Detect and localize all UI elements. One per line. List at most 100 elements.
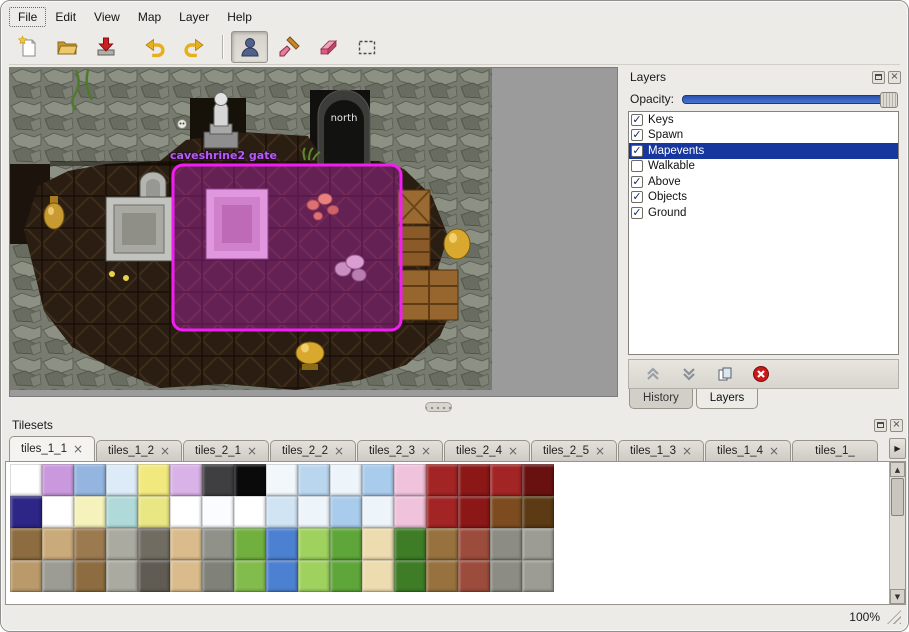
redo-button[interactable] xyxy=(175,31,212,63)
tab-close-icon[interactable]: × xyxy=(73,444,83,454)
opacity-slider[interactable] xyxy=(682,95,897,104)
selection-rectangle[interactable] xyxy=(173,165,401,330)
layer-row-above[interactable]: ✓Above xyxy=(629,174,898,190)
tileset-tab-tiles_1_4[interactable]: tiles_1_4× xyxy=(705,440,791,461)
tab-close-icon[interactable]: × xyxy=(247,446,257,456)
raise-layer-button[interactable] xyxy=(641,363,665,385)
tile-0-10[interactable] xyxy=(330,464,362,496)
dock-tab-layers[interactable]: Layers xyxy=(696,389,759,409)
opacity-slider-handle[interactable] xyxy=(880,92,898,108)
close-tilesets-button[interactable]: × xyxy=(890,419,903,432)
tile-2-0[interactable] xyxy=(10,528,42,560)
tile-3-0[interactable] xyxy=(10,560,42,592)
layer-visibility-checkbox[interactable]: ✓ xyxy=(631,129,643,141)
close-panel-button[interactable]: × xyxy=(888,71,901,84)
tileset-tab-tiles_2_1[interactable]: tiles_2_1× xyxy=(183,440,269,461)
tile-0-7[interactable] xyxy=(234,464,266,496)
tile-2-12[interactable] xyxy=(394,528,426,560)
tile-1-10[interactable] xyxy=(330,496,362,528)
tab-close-icon[interactable]: × xyxy=(334,446,344,456)
tile-3-12[interactable] xyxy=(394,560,426,592)
brush-tool-button[interactable] xyxy=(270,31,307,63)
tile-2-3[interactable] xyxy=(106,528,138,560)
tile-2-13[interactable] xyxy=(426,528,458,560)
tab-close-icon[interactable]: × xyxy=(682,446,692,456)
tile-1-13[interactable] xyxy=(426,496,458,528)
tile-3-3[interactable] xyxy=(106,560,138,592)
tile-1-11[interactable] xyxy=(362,496,394,528)
tile-1-8[interactable] xyxy=(266,496,298,528)
north-gate-object[interactable]: north xyxy=(318,90,370,164)
tile-2-8[interactable] xyxy=(266,528,298,560)
lower-layer-button[interactable] xyxy=(677,363,701,385)
tile-3-8[interactable] xyxy=(266,560,298,592)
tile-0-14[interactable] xyxy=(458,464,490,496)
tile-0-6[interactable] xyxy=(202,464,234,496)
tile-2-11[interactable] xyxy=(362,528,394,560)
tile-0-15[interactable] xyxy=(490,464,522,496)
menu-layer[interactable]: Layer xyxy=(170,7,218,27)
tile-0-1[interactable] xyxy=(42,464,74,496)
tile-1-4[interactable] xyxy=(138,496,170,528)
layer-row-walkable[interactable]: Walkable xyxy=(629,159,898,175)
tile-2-14[interactable] xyxy=(458,528,490,560)
float-tilesets-button[interactable] xyxy=(874,419,887,432)
tileset-tab-tiles_2_2[interactable]: tiles_2_2× xyxy=(270,440,356,461)
splitter-handle[interactable] xyxy=(425,402,452,412)
tile-2-2[interactable] xyxy=(74,528,106,560)
tile-0-16[interactable] xyxy=(522,464,554,496)
tile-0-13[interactable] xyxy=(426,464,458,496)
tile-0-4[interactable] xyxy=(138,464,170,496)
tileset-scrollbar[interactable]: ▲ ▼ xyxy=(889,462,905,604)
tile-2-1[interactable] xyxy=(42,528,74,560)
tile-3-11[interactable] xyxy=(362,560,394,592)
tile-3-6[interactable] xyxy=(202,560,234,592)
tileset-tab-tiles_1_3[interactable]: tiles_1_3× xyxy=(618,440,704,461)
dock-tab-history[interactable]: History xyxy=(629,389,693,409)
tile-3-1[interactable] xyxy=(42,560,74,592)
tile-0-9[interactable] xyxy=(298,464,330,496)
tab-scroll-right-button[interactable]: ▶ xyxy=(889,438,906,459)
tile-2-4[interactable] xyxy=(138,528,170,560)
tileset-tab-tiles_1_[interactable]: tiles_1_ xyxy=(792,440,878,461)
tileset-tab-tiles_2_5[interactable]: tiles_2_5× xyxy=(531,440,617,461)
tile-3-9[interactable] xyxy=(298,560,330,592)
tile-2-7[interactable] xyxy=(234,528,266,560)
open-file-button[interactable] xyxy=(48,31,85,63)
tile-0-5[interactable] xyxy=(170,464,202,496)
tile-3-5[interactable] xyxy=(170,560,202,592)
map-canvas[interactable]: north xyxy=(9,67,618,397)
eraser-tool-button[interactable] xyxy=(309,31,346,63)
tile-1-0[interactable] xyxy=(10,496,42,528)
tab-close-icon[interactable]: × xyxy=(595,446,605,456)
tile-1-12[interactable] xyxy=(394,496,426,528)
layer-visibility-checkbox[interactable] xyxy=(631,160,643,172)
scroll-down-button[interactable]: ▼ xyxy=(890,589,905,604)
layer-visibility-checkbox[interactable]: ✓ xyxy=(631,191,643,203)
tile-0-8[interactable] xyxy=(266,464,298,496)
tab-close-icon[interactable]: × xyxy=(769,446,779,456)
gray-monument-object[interactable] xyxy=(106,197,172,261)
tile-0-12[interactable] xyxy=(394,464,426,496)
tileset-tab-tiles_1_1[interactable]: tiles_1_1× xyxy=(9,436,95,461)
menu-map[interactable]: Map xyxy=(129,7,170,27)
menu-help[interactable]: Help xyxy=(218,7,261,27)
tile-2-15[interactable] xyxy=(490,528,522,560)
tile-2-16[interactable] xyxy=(522,528,554,560)
scroll-up-button[interactable]: ▲ xyxy=(890,462,905,477)
tile-2-10[interactable] xyxy=(330,528,362,560)
tile-1-9[interactable] xyxy=(298,496,330,528)
tile-3-14[interactable] xyxy=(458,560,490,592)
undo-button[interactable] xyxy=(136,31,173,63)
tile-0-11[interactable] xyxy=(362,464,394,496)
tile-1-6[interactable] xyxy=(202,496,234,528)
delete-layer-button[interactable] xyxy=(749,363,773,385)
tileset-grid[interactable] xyxy=(10,464,874,604)
tab-close-icon[interactable]: × xyxy=(508,446,518,456)
save-button[interactable] xyxy=(87,31,124,63)
character-tool-button[interactable] xyxy=(231,31,268,63)
new-file-button[interactable] xyxy=(9,31,46,63)
layer-visibility-checkbox[interactable]: ✓ xyxy=(631,176,643,188)
tile-2-9[interactable] xyxy=(298,528,330,560)
tab-close-icon[interactable]: × xyxy=(160,446,170,456)
